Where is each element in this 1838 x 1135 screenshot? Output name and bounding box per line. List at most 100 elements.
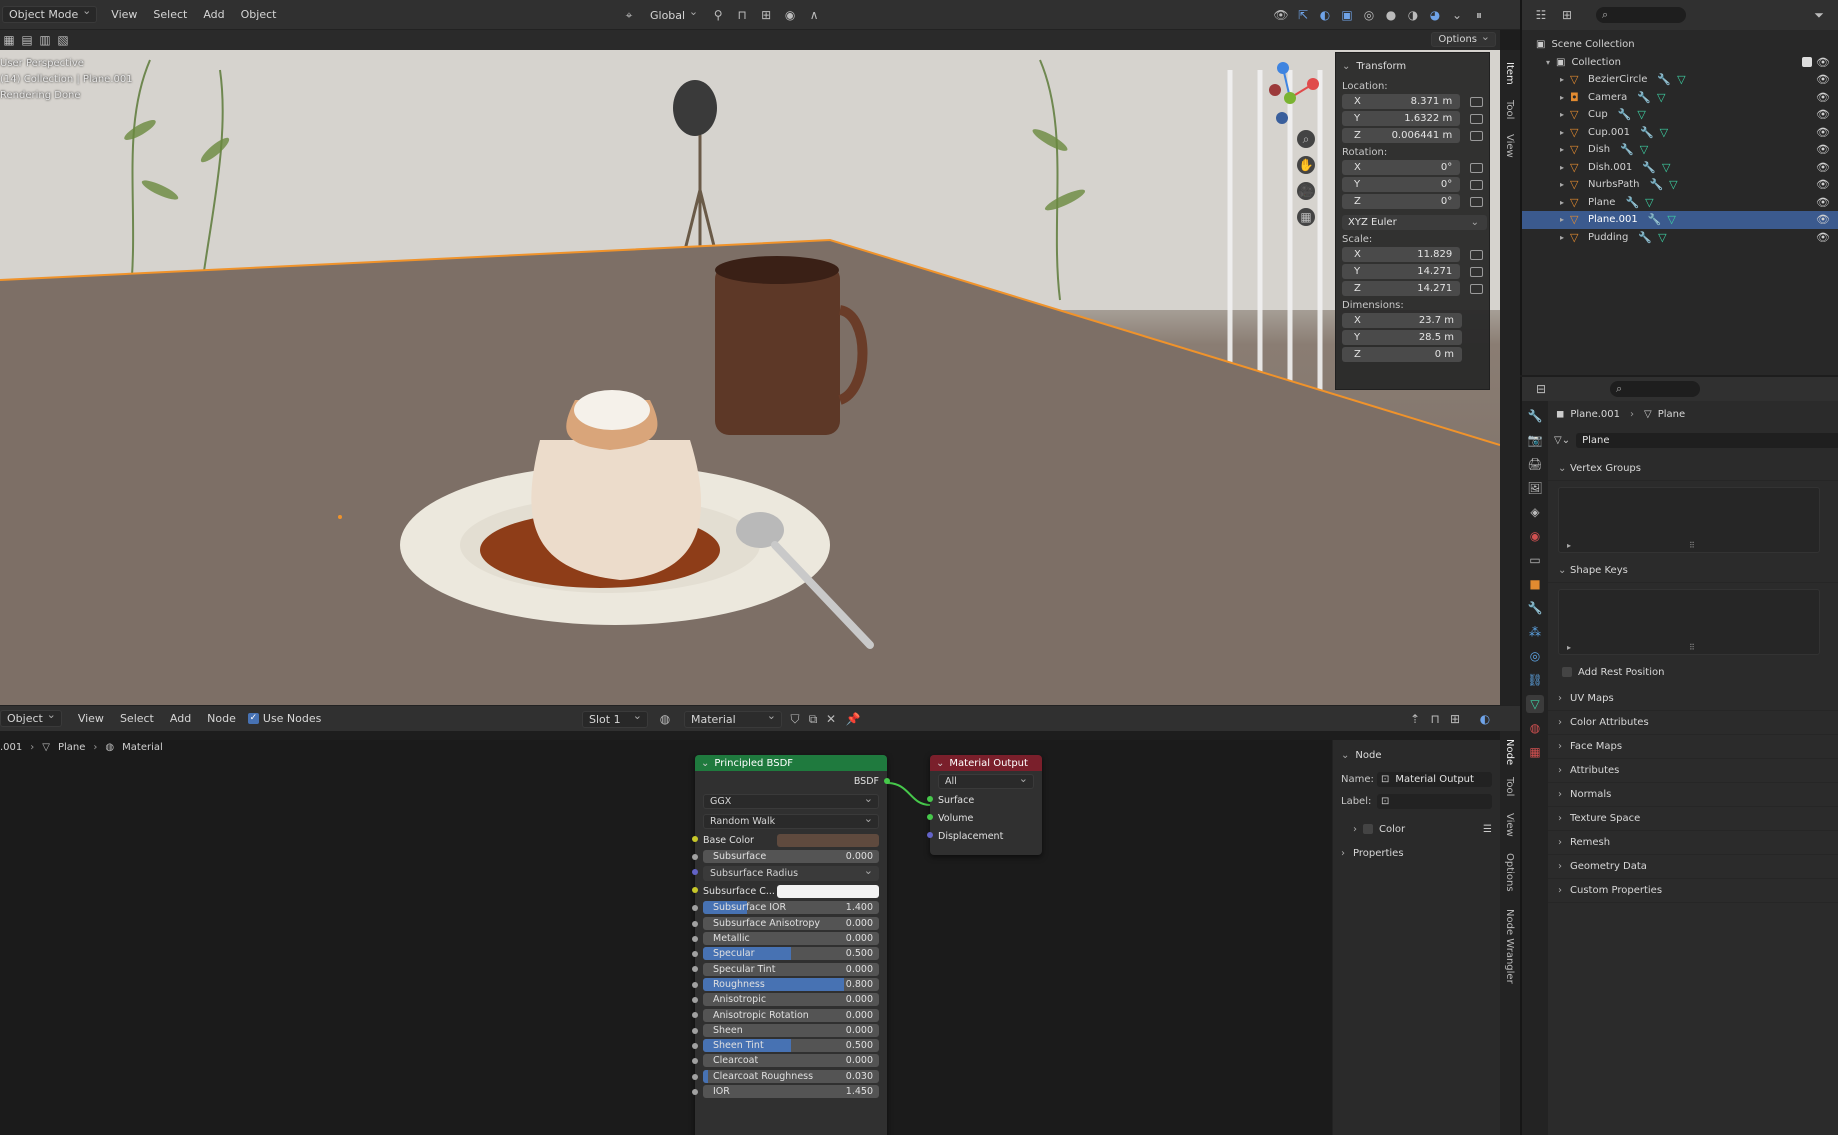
- lock-icon[interactable]: [1470, 179, 1483, 190]
- location-z-field[interactable]: Z 0.006441 m: [1342, 128, 1461, 143]
- outliner-item[interactable]: ▸ ▽ Dish 🔧 ▽ 👁: [1522, 141, 1838, 159]
- bsdf-value-slider[interactable]: Sheen 0.000: [703, 1023, 879, 1037]
- distribution-dropdown[interactable]: GGX: [703, 792, 879, 809]
- bsdf-value-slider[interactable]: Clearcoat 0.000: [703, 1054, 879, 1068]
- eye-icon[interactable]: 👁: [1816, 126, 1830, 139]
- float-input-socket[interactable]: [692, 997, 698, 1004]
- eye-icon[interactable]: 👁: [1816, 231, 1830, 244]
- dimension-x-field[interactable]: X 23.7 m: [1342, 313, 1462, 328]
- view-layer-tab-icon[interactable]: 🖼: [1526, 479, 1544, 497]
- vertex-groups-header[interactable]: ⌄ Vertex Groups: [1548, 457, 1838, 481]
- select-mode-new-icon[interactable]: ▦: [0, 31, 18, 49]
- bsdf-value-slider[interactable]: Specular Tint 0.000: [703, 962, 879, 976]
- scale-x-field[interactable]: X 11.829: [1342, 247, 1461, 262]
- rotation-mode-dropdown[interactable]: XYZ Euler ⌄: [1342, 215, 1487, 230]
- vertex-groups-list[interactable]: ▸ ⠿: [1558, 487, 1820, 553]
- object-tab-icon[interactable]: ■: [1526, 575, 1544, 593]
- principled-bsdf-node[interactable]: ⌄Principled BSDF BSDF GGX Random Walk Ba…: [692, 755, 890, 1135]
- lock-icon[interactable]: [1470, 130, 1483, 141]
- expand-arrow-icon[interactable]: ▸: [1560, 145, 1570, 154]
- bsdf-value-slider[interactable]: Subsurface Anisotropy 0.000: [703, 916, 879, 930]
- location-x-field[interactable]: X 8.371 m: [1342, 94, 1461, 109]
- tab-node-wrangler[interactable]: Node Wrangler: [1504, 909, 1515, 984]
- eye-icon[interactable]: 👁: [1816, 91, 1830, 104]
- properties-search-field[interactable]: ⌕: [1610, 381, 1700, 397]
- bsdf-output-socket[interactable]: [884, 778, 890, 784]
- snap-icon[interactable]: ⊓: [733, 6, 751, 24]
- outliner-item[interactable]: ▸ ▽ NurbsPath 🔧 ▽ 👁: [1522, 176, 1838, 194]
- eye-icon[interactable]: 👁: [1816, 196, 1830, 209]
- transform-orientation-dropdown[interactable]: Global: [644, 5, 703, 23]
- use-nodes-checkbox[interactable]: ✓ Use Nodes: [247, 712, 321, 725]
- unlink-material-icon[interactable]: ✕: [822, 710, 840, 728]
- float-input-socket[interactable]: [692, 905, 698, 912]
- eye-icon[interactable]: 👁: [1816, 73, 1830, 86]
- properties-panel-header[interactable]: › Geometry Data: [1548, 855, 1838, 879]
- constraints-tab-icon[interactable]: ⛓: [1526, 671, 1544, 689]
- collection-eye-icon[interactable]: 👁: [1816, 56, 1830, 69]
- shading-material-icon[interactable]: ◑: [1404, 6, 1422, 24]
- outliner-item[interactable]: ▸ ▽ Plane.001 🔧 ▽ 👁: [1522, 211, 1838, 229]
- subsurface-method-dropdown[interactable]: Random Walk: [703, 812, 879, 829]
- select-mode-invert-icon[interactable]: ▧: [54, 31, 72, 49]
- menu-add[interactable]: Add: [195, 8, 232, 21]
- node-name-field[interactable]: ⊡ Material Output: [1377, 771, 1492, 787]
- proportional-edit-icon[interactable]: ◉: [781, 6, 799, 24]
- pause-icon[interactable]: ⏸: [1470, 6, 1488, 24]
- float-input-socket[interactable]: [692, 966, 698, 973]
- collection-tab-icon[interactable]: ▭: [1526, 551, 1544, 569]
- node-overlay-icon[interactable]: ◐: [1476, 710, 1494, 728]
- gizmo-icon[interactable]: ⇱: [1294, 6, 1312, 24]
- scene-collection-row[interactable]: ▣ Scene Collection: [1522, 36, 1838, 54]
- node-snap-target-icon[interactable]: ⊞: [1446, 710, 1464, 728]
- bsdf-value-slider[interactable]: Sheen Tint 0.500: [703, 1039, 879, 1053]
- select-mode-extend-icon[interactable]: ▤: [18, 31, 36, 49]
- outliner-search-field[interactable]: ⌕: [1596, 7, 1686, 23]
- zoom-icon[interactable]: ⌕: [1297, 130, 1315, 148]
- properties-panel-header[interactable]: › Face Maps: [1548, 735, 1838, 759]
- lock-icon[interactable]: [1470, 266, 1483, 277]
- material-name-field[interactable]: Material: [684, 709, 782, 728]
- bsdf-value-slider[interactable]: Metallic 0.000: [703, 932, 879, 946]
- base-color-swatch[interactable]: [777, 833, 879, 847]
- rotation-y-field[interactable]: Y 0°: [1342, 177, 1461, 192]
- material-output-node[interactable]: ⌄Material Output All Surface Volume Disp…: [927, 755, 1042, 855]
- subsurface-radius-dropdown[interactable]: Subsurface Radius: [703, 864, 879, 881]
- properties-panel-header[interactable]: › Remesh: [1548, 831, 1838, 855]
- navigation-gizmo[interactable]: [1255, 60, 1325, 130]
- float-input-socket[interactable]: [692, 951, 698, 958]
- shading-solid-icon[interactable]: ●: [1382, 6, 1400, 24]
- tab-node[interactable]: Node: [1504, 739, 1515, 765]
- lock-icon[interactable]: [1470, 162, 1483, 173]
- tab-node-view[interactable]: View: [1504, 813, 1515, 837]
- surface-socket[interactable]: [927, 796, 933, 802]
- bsdf-value-slider[interactable]: Subsurface 0.000: [703, 850, 879, 864]
- display-mode-icon[interactable]: ⊞: [1558, 6, 1576, 24]
- world-tab-icon[interactable]: ◉: [1526, 527, 1544, 545]
- filter-icon[interactable]: ⏷: [1810, 6, 1828, 24]
- bsdf-value-slider[interactable]: Specular 0.500: [703, 947, 879, 961]
- float-input-socket[interactable]: [692, 1073, 698, 1080]
- outliner-item[interactable]: ▸ ▽ Dish.001 🔧 ▽ 👁: [1522, 159, 1838, 177]
- add-rest-position-row[interactable]: Add Rest Position: [1548, 661, 1838, 683]
- overlay-icon[interactable]: ◐: [1316, 6, 1334, 24]
- texture-tab-icon[interactable]: ▦: [1526, 743, 1544, 761]
- base-color-socket[interactable]: [692, 836, 698, 842]
- float-input-socket[interactable]: [692, 1088, 698, 1095]
- node-menu-node[interactable]: Node: [199, 712, 244, 725]
- node-editor-canvas[interactable]: .001 › ▽ Plane › ◍ Material ⌄ Principled …: [0, 740, 1500, 1135]
- node-editor-mode-dropdown[interactable]: Object: [0, 708, 62, 727]
- tab-node-options[interactable]: Options: [1504, 853, 1515, 892]
- expand-arrow-icon[interactable]: ▸: [1560, 163, 1570, 172]
- node-properties-header[interactable]: › Properties: [1341, 844, 1492, 862]
- scene-tab-icon[interactable]: ◈: [1526, 503, 1544, 521]
- visibility-icon[interactable]: 👁: [1272, 6, 1290, 24]
- select-mode-subtract-icon[interactable]: ▥: [36, 31, 54, 49]
- bsdf-node-header[interactable]: ⌄ Principled BSDF: [695, 755, 887, 771]
- expand-arrow-icon[interactable]: ▸: [1560, 128, 1570, 137]
- falloff-icon[interactable]: ∧: [805, 6, 823, 24]
- mesh-name-field[interactable]: Plane: [1576, 432, 1838, 448]
- location-y-field[interactable]: Y 1.6322 m: [1342, 111, 1461, 126]
- subsurface-color-swatch[interactable]: [777, 884, 879, 898]
- tab-node-tool[interactable]: Tool: [1504, 777, 1515, 796]
